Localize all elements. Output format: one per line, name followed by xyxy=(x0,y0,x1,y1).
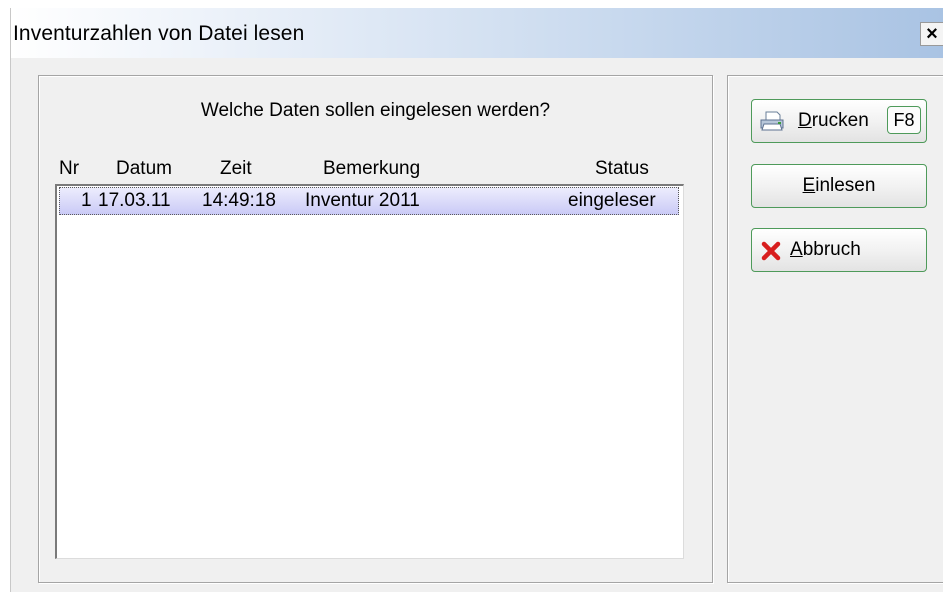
title-bar[interactable]: Inventurzahlen von Datei lesen × xyxy=(11,8,943,58)
cell-zeit: 14:49:18 xyxy=(202,190,276,211)
column-header-status: Status xyxy=(595,158,649,179)
data-list[interactable]: 1 17.03.11 14:49:18 Inventur 2011 eingel… xyxy=(55,184,684,559)
column-header-datum: Datum xyxy=(116,158,172,179)
cell-bemerkung: Inventur 2011 xyxy=(305,190,420,211)
close-icon: × xyxy=(926,23,938,45)
print-button-label: Drucken xyxy=(798,110,869,131)
cell-status: eingeleser xyxy=(568,190,656,211)
action-group: Drucken F8 Einlesen Abbruch xyxy=(727,75,943,583)
data-selection-group: Welche Daten sollen eingelesen werden? N… xyxy=(38,75,713,583)
cell-datum: 17.03.11 xyxy=(98,190,171,211)
cancel-button-label: Abbruch xyxy=(790,239,861,260)
red-x-icon xyxy=(761,241,781,261)
list-item[interactable]: 1 17.03.11 14:49:18 Inventur 2011 eingel… xyxy=(59,187,679,215)
dialog-window: Inventurzahlen von Datei lesen × Welche … xyxy=(10,8,943,592)
print-button[interactable]: Drucken F8 xyxy=(751,99,927,143)
cancel-button[interactable]: Abbruch xyxy=(751,228,927,272)
read-button[interactable]: Einlesen xyxy=(751,164,927,208)
column-header-zeit: Zeit xyxy=(220,158,252,179)
close-button[interactable]: × xyxy=(920,22,943,46)
question-label: Welche Daten sollen eingelesen werden? xyxy=(200,100,551,121)
printer-icon xyxy=(760,111,784,131)
cell-nr: 1 xyxy=(81,190,92,211)
column-header-nr: Nr xyxy=(59,158,80,179)
read-button-label: Einlesen xyxy=(802,175,876,196)
window-title: Inventurzahlen von Datei lesen xyxy=(13,22,305,45)
column-header-bemerkung: Bemerkung xyxy=(323,158,421,179)
f8-shortcut-badge: F8 xyxy=(887,106,921,134)
